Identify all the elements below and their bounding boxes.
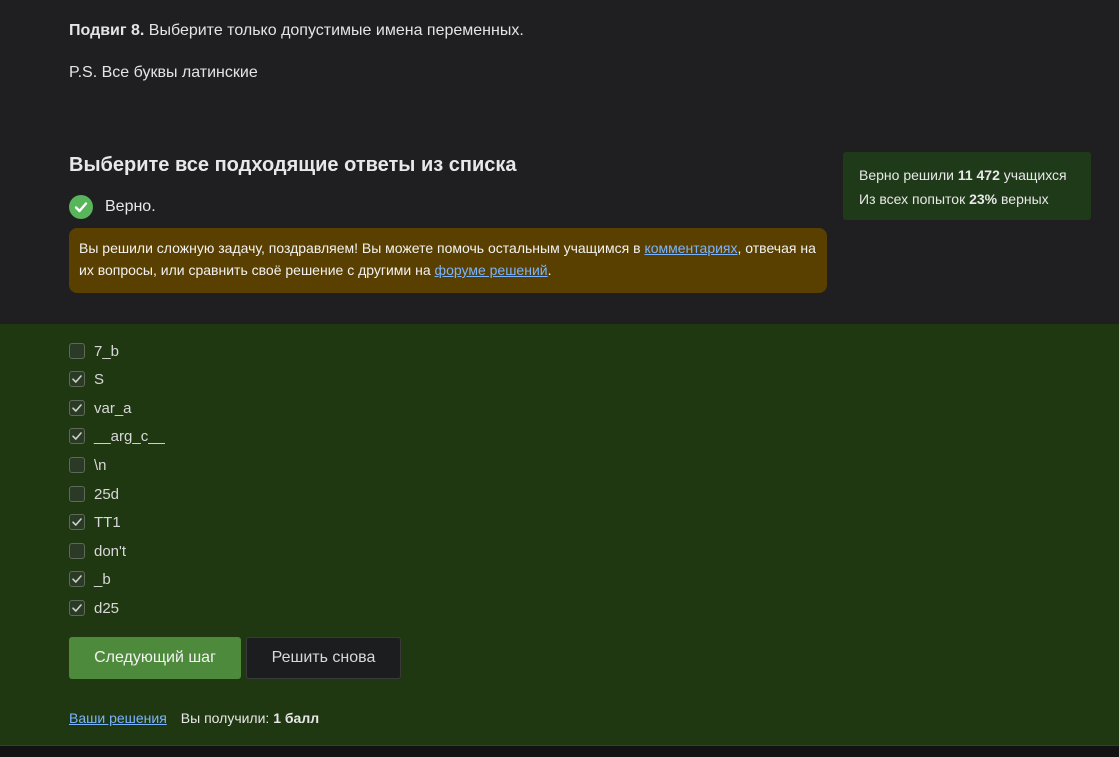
option-label[interactable]: TT1: [94, 514, 121, 531]
score-value: 1 балл: [273, 710, 320, 726]
verdict-text: Верно.: [105, 198, 156, 215]
stats-panel: Верно решили 11 472 учащихся Из всех поп…: [843, 152, 1091, 220]
checkbox[interactable]: [69, 571, 85, 587]
verdict: Верно.: [69, 195, 156, 219]
task-title: Подвиг 8. Выберите только допустимые име…: [69, 22, 524, 40]
option-label[interactable]: don't: [94, 543, 126, 560]
stats-attempts: Из всех попыток 23% верных: [859, 187, 1075, 211]
option-item[interactable]: TT1: [69, 512, 121, 532]
your-solutions-link[interactable]: Ваши решения: [69, 710, 167, 726]
stats-solved: Верно решили 11 472 учащихся: [859, 163, 1075, 187]
task-title-prefix: Подвиг 8.: [69, 22, 145, 39]
score-text: Вы получили: 1 балл: [181, 710, 319, 726]
option-item[interactable]: 7_b: [69, 341, 119, 361]
option-label[interactable]: __arg_c__: [94, 428, 165, 445]
option-item[interactable]: d25: [69, 598, 119, 618]
score-prefix: Вы получили:: [180, 710, 274, 726]
checkbox[interactable]: [69, 514, 85, 530]
solutions-forum-link[interactable]: форуме решений: [435, 262, 548, 278]
checkbox[interactable]: [69, 600, 85, 616]
correct-check-icon: [69, 195, 93, 219]
submission-footer: Ваши решения Вы получили: 1 балл: [69, 710, 319, 726]
congrats-notice: Вы решили сложную задачу, поздравляем! В…: [69, 228, 827, 293]
checkbox[interactable]: [69, 400, 85, 416]
bottom-divider: [0, 745, 1119, 757]
solve-again-button[interactable]: Решить снова: [246, 637, 401, 679]
checkbox[interactable]: [69, 428, 85, 444]
option-label[interactable]: d25: [94, 600, 119, 617]
stats-solved-prefix: Верно решили: [859, 167, 958, 183]
checkbox[interactable]: [69, 457, 85, 473]
option-item[interactable]: var_a: [69, 398, 132, 418]
option-label[interactable]: S: [94, 371, 104, 388]
option-item[interactable]: don't: [69, 541, 126, 561]
option-label[interactable]: 7_b: [94, 343, 119, 360]
comments-link[interactable]: комментариях: [644, 240, 737, 256]
stats-attempts-percent: 23%: [969, 191, 998, 207]
option-item[interactable]: S: [69, 369, 104, 389]
checkbox[interactable]: [69, 371, 85, 387]
checkbox[interactable]: [69, 543, 85, 559]
checkbox[interactable]: [69, 486, 85, 502]
option-label[interactable]: _b: [94, 571, 111, 588]
question-heading: Выберите все подходящие ответы из списка: [69, 154, 517, 176]
notice-text-1: Вы решили сложную задачу, поздравляем! В…: [79, 240, 645, 256]
stats-solved-suffix: учащихся: [999, 167, 1067, 183]
option-label[interactable]: 25d: [94, 486, 119, 503]
task-title-text: Выберите только допустимые имена перемен…: [144, 22, 524, 39]
answers-section: [0, 324, 1119, 745]
option-label[interactable]: \n: [94, 457, 107, 474]
stats-attempts-suffix: верных: [997, 191, 1049, 207]
checkbox[interactable]: [69, 343, 85, 359]
option-item[interactable]: 25d: [69, 484, 119, 504]
stats-solved-count: 11 472: [957, 167, 1000, 183]
option-item[interactable]: _b: [69, 569, 111, 589]
option-item[interactable]: __arg_c__: [69, 426, 165, 446]
task-note: P.S. Все буквы латинские: [69, 64, 258, 81]
notice-text-3: .: [547, 262, 552, 278]
stats-attempts-prefix: Из всех попыток: [859, 191, 970, 207]
next-step-button[interactable]: Следующий шаг: [69, 637, 241, 679]
task-section: Подвиг 8. Выберите только допустимые име…: [0, 0, 1119, 324]
option-item[interactable]: \n: [69, 455, 107, 475]
option-label[interactable]: var_a: [94, 400, 132, 417]
